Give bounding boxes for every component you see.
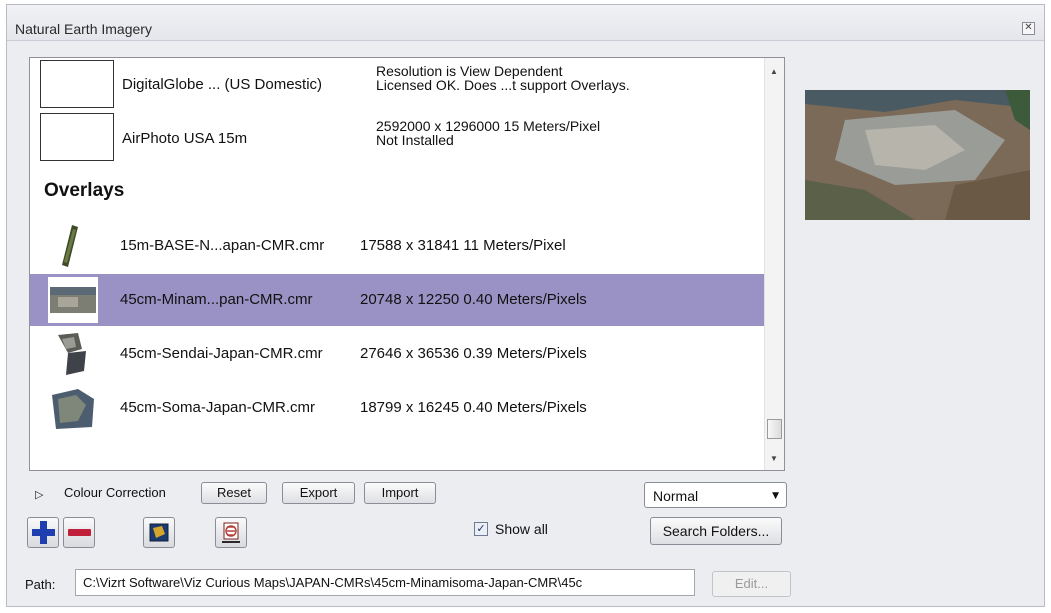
overlay-name: 15m-BASE-N...apan-CMR.cmr	[120, 237, 325, 254]
scroll-down-icon[interactable]: ▼	[770, 454, 778, 463]
overlay-thumbnail	[48, 277, 98, 323]
overlay-row[interactable]: 45cm-Soma-Japan-CMR.cmr 18799 x 16245 0.…	[30, 382, 766, 434]
scroll-thumb[interactable]	[767, 419, 782, 439]
imagery-thumbnail-empty	[40, 113, 114, 161]
reset-button[interactable]: Reset	[201, 482, 267, 504]
edit-button[interactable]: Edit...	[712, 571, 791, 597]
overlays-heading: Overlays	[44, 180, 125, 201]
blend-mode-value: Normal	[653, 488, 699, 504]
imagery-info-line1: Resolution is View Dependent	[376, 63, 563, 79]
overlay-row-selected[interactable]: 45cm-Minam...pan-CMR.cmr 20748 x 12250 0…	[30, 274, 766, 326]
scroll-up-icon[interactable]: ▲	[770, 67, 778, 76]
imagery-thumbnail-empty	[40, 60, 114, 108]
search-folders-button[interactable]: Search Folders...	[650, 517, 782, 545]
import-button[interactable]: Import	[364, 482, 436, 504]
add-icon	[32, 521, 55, 544]
dropdown-arrow-icon: ▼	[772, 491, 779, 501]
overlay-info: 17588 x 31841 11 Meters/Pixel	[360, 237, 566, 254]
map-layer-icon	[149, 523, 169, 542]
overlay-thumbnail	[48, 331, 98, 377]
imagery-list[interactable]: DigitalGlobe ... (US Domestic) Resolutio…	[29, 57, 785, 471]
imagery-name: DigitalGlobe ... (US Domestic)	[122, 76, 323, 93]
remove-icon	[68, 529, 91, 536]
path-field[interactable]: C:\Vizrt Software\Viz Curious Maps\JAPAN…	[75, 569, 695, 596]
close-icon[interactable]: ✕	[1022, 22, 1035, 35]
checkmark-icon: ✓	[476, 522, 486, 535]
overlay-name: 45cm-Soma-Japan-CMR.cmr	[120, 399, 316, 416]
overlay-info: 20748 x 12250 0.40 Meters/Pixels	[360, 291, 587, 308]
title-bar: Natural Earth Imagery ✕	[7, 5, 1044, 41]
show-all-label: Show all	[495, 521, 548, 537]
expand-triangle-icon[interactable]: ▷	[35, 488, 43, 501]
overlay-thumbnail	[48, 223, 98, 269]
list-scrollbar[interactable]: ▲ ▼	[764, 58, 784, 470]
imagery-list-content: DigitalGlobe ... (US Domestic) Resolutio…	[30, 58, 766, 470]
panel-title: Natural Earth Imagery	[15, 21, 152, 37]
overlay-info: 18799 x 16245 0.40 Meters/Pixels	[360, 399, 587, 416]
add-button[interactable]	[27, 517, 59, 548]
show-all-checkbox[interactable]: ✓	[474, 522, 488, 536]
imagery-preview	[805, 90, 1030, 220]
overlay-name: 45cm-Minam...pan-CMR.cmr	[120, 291, 313, 308]
natural-earth-imagery-panel: Natural Earth Imagery ✕ DigitalGlobe ...…	[6, 4, 1045, 607]
overlay-thumbnail	[48, 385, 98, 431]
overlay-info: 27646 x 36536 0.39 Meters/Pixels	[360, 345, 587, 362]
refresh-layers-icon	[222, 522, 240, 543]
remove-button[interactable]	[63, 517, 95, 548]
blend-mode-select[interactable]: Normal ▼	[644, 482, 787, 508]
export-button[interactable]: Export	[282, 482, 355, 504]
imagery-name: AirPhoto USA 15m	[122, 130, 248, 147]
refresh-layers-button[interactable]	[215, 517, 247, 548]
overlay-row[interactable]: 45cm-Sendai-Japan-CMR.cmr 27646 x 36536 …	[30, 328, 766, 380]
path-label: Path:	[25, 577, 56, 592]
colour-correction-label: Colour Correction	[64, 485, 166, 500]
imagery-info-line1: 2592000 x 1296000 15 Meters/Pixel	[376, 118, 601, 134]
map-layer-button[interactable]	[143, 517, 175, 548]
overlay-name: 45cm-Sendai-Japan-CMR.cmr	[120, 345, 323, 362]
overlay-row[interactable]: 15m-BASE-N...apan-CMR.cmr 17588 x 31841 …	[30, 220, 766, 272]
imagery-info-line2: Licensed OK. Does ...t support Overlays.	[376, 77, 630, 93]
imagery-info-line2: Not Installed	[376, 132, 454, 148]
